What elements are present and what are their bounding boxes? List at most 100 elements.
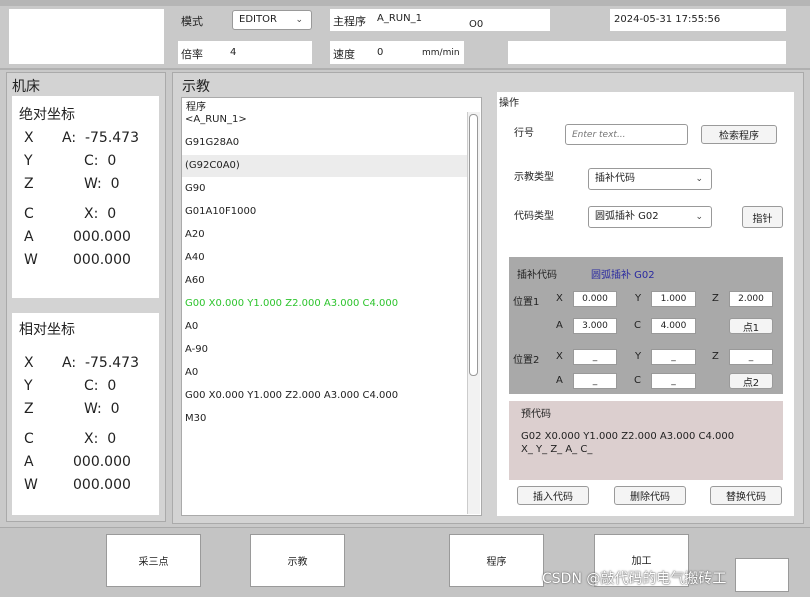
program-line[interactable]: G90 <box>185 183 205 194</box>
pos2-a-label: A <box>556 375 563 386</box>
relative-coord-axis-value: 000.000 <box>73 477 131 493</box>
pos1-a-field[interactable]: 3.000 <box>573 318 617 334</box>
line-number-label: 行号 <box>514 128 534 139</box>
speed-value: 0 <box>377 47 384 58</box>
relative-coord-axis-label: X <box>24 355 34 371</box>
delete-code-button[interactable]: 删除代码 <box>614 486 686 505</box>
interpolation-label: 插补代码 <box>517 270 557 281</box>
teach-button[interactable]: 示教 <box>250 534 345 587</box>
absolute-coord-axis-label: C <box>24 206 34 222</box>
pos1-c-label: C <box>634 320 641 331</box>
operations-title: 操作 <box>499 98 519 109</box>
pos2-a-field[interactable]: _ <box>573 373 617 389</box>
relative-coord-axis-value: 000.000 <box>73 454 131 470</box>
code-type-select[interactable]: 圆弧插补 G02 ⌄ <box>588 206 712 228</box>
relative-coord-axis-label: Z <box>24 401 34 417</box>
pre-code-line2: X_ Y_ Z_ A_ C_ <box>521 444 593 455</box>
program-line[interactable]: A0 <box>185 321 198 332</box>
program-line[interactable]: A60 <box>185 275 205 286</box>
three-point-button[interactable]: 采三点 <box>106 534 201 587</box>
pos2-y-label: Y <box>635 351 642 362</box>
speed-unit: mm/min <box>422 48 460 58</box>
insert-code-button[interactable]: 插入代码 <box>517 486 589 505</box>
message-box <box>508 41 786 64</box>
pointer-button[interactable]: 指针 <box>742 206 783 228</box>
program-line[interactable]: A-90 <box>185 344 208 355</box>
program-line[interactable]: A0 <box>185 367 198 378</box>
program-line[interactable]: A40 <box>185 252 205 263</box>
pos2-x-field[interactable]: _ <box>573 349 617 365</box>
pos2-x-label: X <box>556 351 563 362</box>
position1-label: 位置1 <box>513 297 540 308</box>
program-line[interactable]: G91G28A0 <box>185 137 239 148</box>
program-line[interactable]: A20 <box>185 229 205 240</box>
replace-code-button[interactable]: 替换代码 <box>710 486 782 505</box>
pos1-z-field[interactable]: 2.000 <box>729 291 773 307</box>
relative-coord-axis-value: A: -75.473 <box>62 355 139 371</box>
logo-area <box>9 9 164 64</box>
program-line[interactable]: G00 X0.000 Y1.000 Z2.000 A3.000 C4.000 <box>185 390 398 401</box>
code-type-label: 代码类型 <box>514 211 554 222</box>
teach-type-label: 示教类型 <box>514 172 554 183</box>
program-line[interactable]: <A_RUN_1> <box>185 114 247 125</box>
program-line[interactable]: (G92C0A0) <box>185 160 240 171</box>
pos1-x-field[interactable]: 0.000 <box>573 291 617 307</box>
relative-coord-axis-value: C: 0 <box>84 378 117 394</box>
relative-coord-axis-value: W: 0 <box>84 401 120 417</box>
pre-code-line1: G02 X0.000 Y1.000 Z2.000 A3.000 C4.000 <box>521 431 735 442</box>
mode-select[interactable]: EDITOR ⌄ <box>232 10 312 30</box>
speed-label: 速度 <box>333 48 355 61</box>
watermark: CSDN @敲代码的电气搬砖工 <box>542 571 727 587</box>
relative-coords-title: 相对坐标 <box>19 322 75 338</box>
absolute-coord-axis-value: 000.000 <box>73 229 131 245</box>
absolute-coord-axis-label: Z <box>24 176 34 192</box>
chevron-down-icon: ⌄ <box>695 174 703 184</box>
pos2-c-field[interactable]: _ <box>651 373 696 389</box>
mode-value: EDITOR <box>239 14 277 25</box>
pos1-c-field[interactable]: 4.000 <box>651 318 696 334</box>
teach-type-select[interactable]: 插补代码 ⌄ <box>588 168 712 190</box>
program-line[interactable]: G00 X0.000 Y1.000 Z2.000 A3.000 C4.000 <box>185 298 398 309</box>
code-type-value: 圆弧插补 G02 <box>595 211 659 222</box>
relative-coord-axis-label: Y <box>24 378 33 394</box>
machine-title: 机床 <box>12 79 40 95</box>
absolute-coords-title: 绝对坐标 <box>19 107 75 123</box>
program-list-label: 程序 <box>186 102 206 113</box>
pos1-y-label: Y <box>635 293 642 304</box>
absolute-coord-axis-label: W <box>24 252 38 268</box>
program-number: O0 <box>469 19 484 30</box>
relative-coord-axis-label: A <box>24 454 34 470</box>
pos2-z-label: Z <box>712 351 719 362</box>
chevron-down-icon: ⌄ <box>695 212 703 222</box>
main-program-value: A_RUN_1 <box>377 13 422 24</box>
top-strip <box>0 0 810 6</box>
datetime: 2024-05-31 17:55:56 <box>614 14 721 25</box>
pos2-y-field[interactable]: _ <box>651 349 696 365</box>
absolute-coord-axis-value: X: 0 <box>84 206 117 222</box>
absolute-coord-axis-label: Y <box>24 153 33 169</box>
line-number-input[interactable] <box>565 124 688 145</box>
absolute-coord-axis-value: 000.000 <box>73 252 131 268</box>
program-line[interactable]: G01A10F1000 <box>185 206 256 217</box>
program-button[interactable]: 程序 <box>449 534 544 587</box>
rate-label: 倍率 <box>181 48 203 61</box>
main-program-label: 主程序 <box>333 15 366 28</box>
absolute-coord-axis-label: X <box>24 130 34 146</box>
mode-label: 模式 <box>181 15 203 28</box>
point1-button[interactable]: 点1 <box>729 318 773 334</box>
extra-button[interactable] <box>735 558 789 592</box>
pos1-a-label: A <box>556 320 563 331</box>
search-program-button[interactable]: 检索程序 <box>701 125 777 144</box>
absolute-coord-axis-value: W: 0 <box>84 176 120 192</box>
teach-title: 示教 <box>182 79 210 95</box>
program-line[interactable]: M30 <box>185 413 206 424</box>
pos2-z-field[interactable]: _ <box>729 349 773 365</box>
pos2-c-label: C <box>634 375 641 386</box>
relative-coord-axis-label: W <box>24 477 38 493</box>
point2-button[interactable]: 点2 <box>729 373 773 389</box>
pos1-x-label: X <box>556 293 563 304</box>
program-scrollbar-thumb[interactable] <box>469 114 478 376</box>
pos1-y-field[interactable]: 1.000 <box>651 291 696 307</box>
absolute-coord-axis-value: C: 0 <box>84 153 117 169</box>
teach-type-value: 插补代码 <box>595 173 635 184</box>
